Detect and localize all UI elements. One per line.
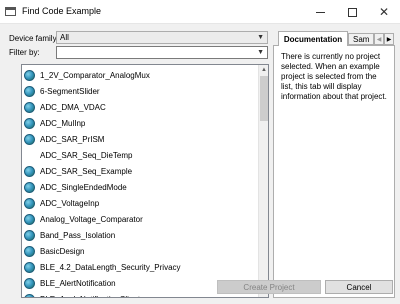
scroll-thumb[interactable]	[260, 76, 268, 121]
maximize-button[interactable]	[336, 0, 368, 24]
cancel-button[interactable]: Cancel	[325, 280, 393, 294]
globe-icon	[24, 85, 35, 97]
list-item-label: BLE_AppleNotificationClient	[40, 295, 140, 298]
dialog-body: Device family: All ▼ Filter by: ▼ 1_2V_C…	[0, 24, 400, 304]
globe-icon	[24, 181, 35, 193]
close-button[interactable]: ✕	[368, 0, 400, 24]
globe-icon	[24, 101, 35, 113]
list-item[interactable]: ADC_MulInp	[24, 115, 85, 131]
list-item-label: BLE_AlertNotification	[40, 278, 116, 288]
tab-scroll-right-icon[interactable]: ▶	[384, 33, 394, 45]
globe-icon	[24, 117, 35, 129]
list-item[interactable]: BasicDesign	[24, 243, 84, 259]
list-item-label: Analog_Voltage_Comparator	[40, 214, 143, 224]
list-item[interactable]: BLE_AlertNotification	[24, 275, 116, 291]
list-item-label: ADC_VoltageInp	[40, 198, 100, 208]
list-item-label: 6-SegmentSlider	[40, 86, 100, 96]
list-item-label: 1_2V_Comparator_AnalogMux	[40, 70, 150, 80]
list-item[interactable]: ADC_SAR_Seq_Example	[24, 163, 132, 179]
documentation-text: There is currently no project selected. …	[281, 52, 387, 101]
list-item[interactable]: Analog_Voltage_Comparator	[24, 211, 143, 227]
minimize-button[interactable]	[304, 0, 336, 24]
list-item-label: ADC_SAR_Seq_Example	[40, 166, 133, 176]
chevron-down-icon: ▼	[257, 34, 264, 41]
chevron-down-icon: ▼	[257, 49, 264, 56]
empty-icon-slot	[24, 150, 35, 161]
globe-icon	[24, 277, 35, 289]
list-item[interactable]: ADC_SAR_PrISM	[24, 131, 104, 147]
close-icon: ✕	[378, 5, 390, 19]
list-item-label: ADC_SAR_Seq_DieTemp	[40, 150, 133, 160]
list-item-label: BLE_4.2_DataLength_Security_Privacy	[40, 262, 181, 272]
globe-icon	[24, 197, 35, 209]
list-item[interactable]: 6-SegmentSlider	[24, 83, 100, 99]
example-list[interactable]: 1_2V_Comparator_AnalogMux 6-SegmentSlider…	[21, 64, 269, 298]
maximize-icon	[347, 7, 357, 17]
list-item-label: ADC_DMA_VDAC	[40, 102, 106, 112]
globe-icon	[24, 69, 35, 81]
list-item[interactable]: ADC_SingleEndedMode	[24, 179, 127, 195]
info-panel: There is currently no project selected. …	[273, 31, 395, 298]
list-item[interactable]: BLE_4.2_DataLength_Security_Privacy	[24, 259, 181, 275]
globe-icon	[24, 229, 35, 241]
list-item[interactable]: ADC_SAR_Seq_DieTemp	[24, 147, 133, 163]
list-item-label: ADC_MulInp	[40, 118, 86, 128]
list-item-label: ADC_SAR_PrISM	[40, 134, 105, 144]
device-family-value: All	[60, 33, 69, 42]
globe-icon	[24, 245, 35, 257]
list-item-label: Band_Pass_Isolation	[40, 230, 116, 240]
globe-icon	[24, 165, 35, 177]
window-icon	[5, 7, 16, 16]
scroll-up-icon[interactable]: ▲	[259, 65, 268, 75]
globe-icon	[24, 213, 35, 225]
minimize-icon	[315, 11, 325, 13]
tab-scroll-left-icon[interactable]: ◀	[374, 33, 384, 45]
list-item[interactable]: ADC_VoltageInp	[24, 195, 99, 211]
globe-icon	[24, 293, 35, 297]
documentation-pane: There is currently no project selected. …	[273, 45, 395, 298]
globe-icon	[24, 133, 35, 145]
device-family-dropdown[interactable]: All ▼	[56, 31, 268, 44]
list-item-label: BasicDesign	[40, 246, 85, 256]
list-item[interactable]: Band_Pass_Isolation	[24, 227, 115, 243]
list-item[interactable]: ADC_DMA_VDAC	[24, 99, 106, 115]
list-scrollbar[interactable]: ▲	[258, 65, 268, 297]
globe-icon	[24, 261, 35, 273]
create-project-button[interactable]: Create Project	[217, 280, 321, 294]
device-family-label: Device family:	[9, 34, 59, 43]
list-item-label: ADC_SingleEndedMode	[40, 182, 127, 192]
filter-by-combobox[interactable]: ▼	[56, 46, 268, 59]
list-item[interactable]: 1_2V_Comparator_AnalogMux	[24, 67, 150, 83]
title-bar: Find Code Example ✕	[0, 0, 400, 24]
filter-by-label: Filter by:	[9, 48, 40, 57]
tab-documentation[interactable]: Documentation	[278, 31, 348, 46]
window-title: Find Code Example	[22, 6, 102, 16]
list-item[interactable]: BLE_AppleNotificationClient	[24, 291, 140, 298]
tab-sample-code[interactable]: Sam	[348, 33, 374, 45]
